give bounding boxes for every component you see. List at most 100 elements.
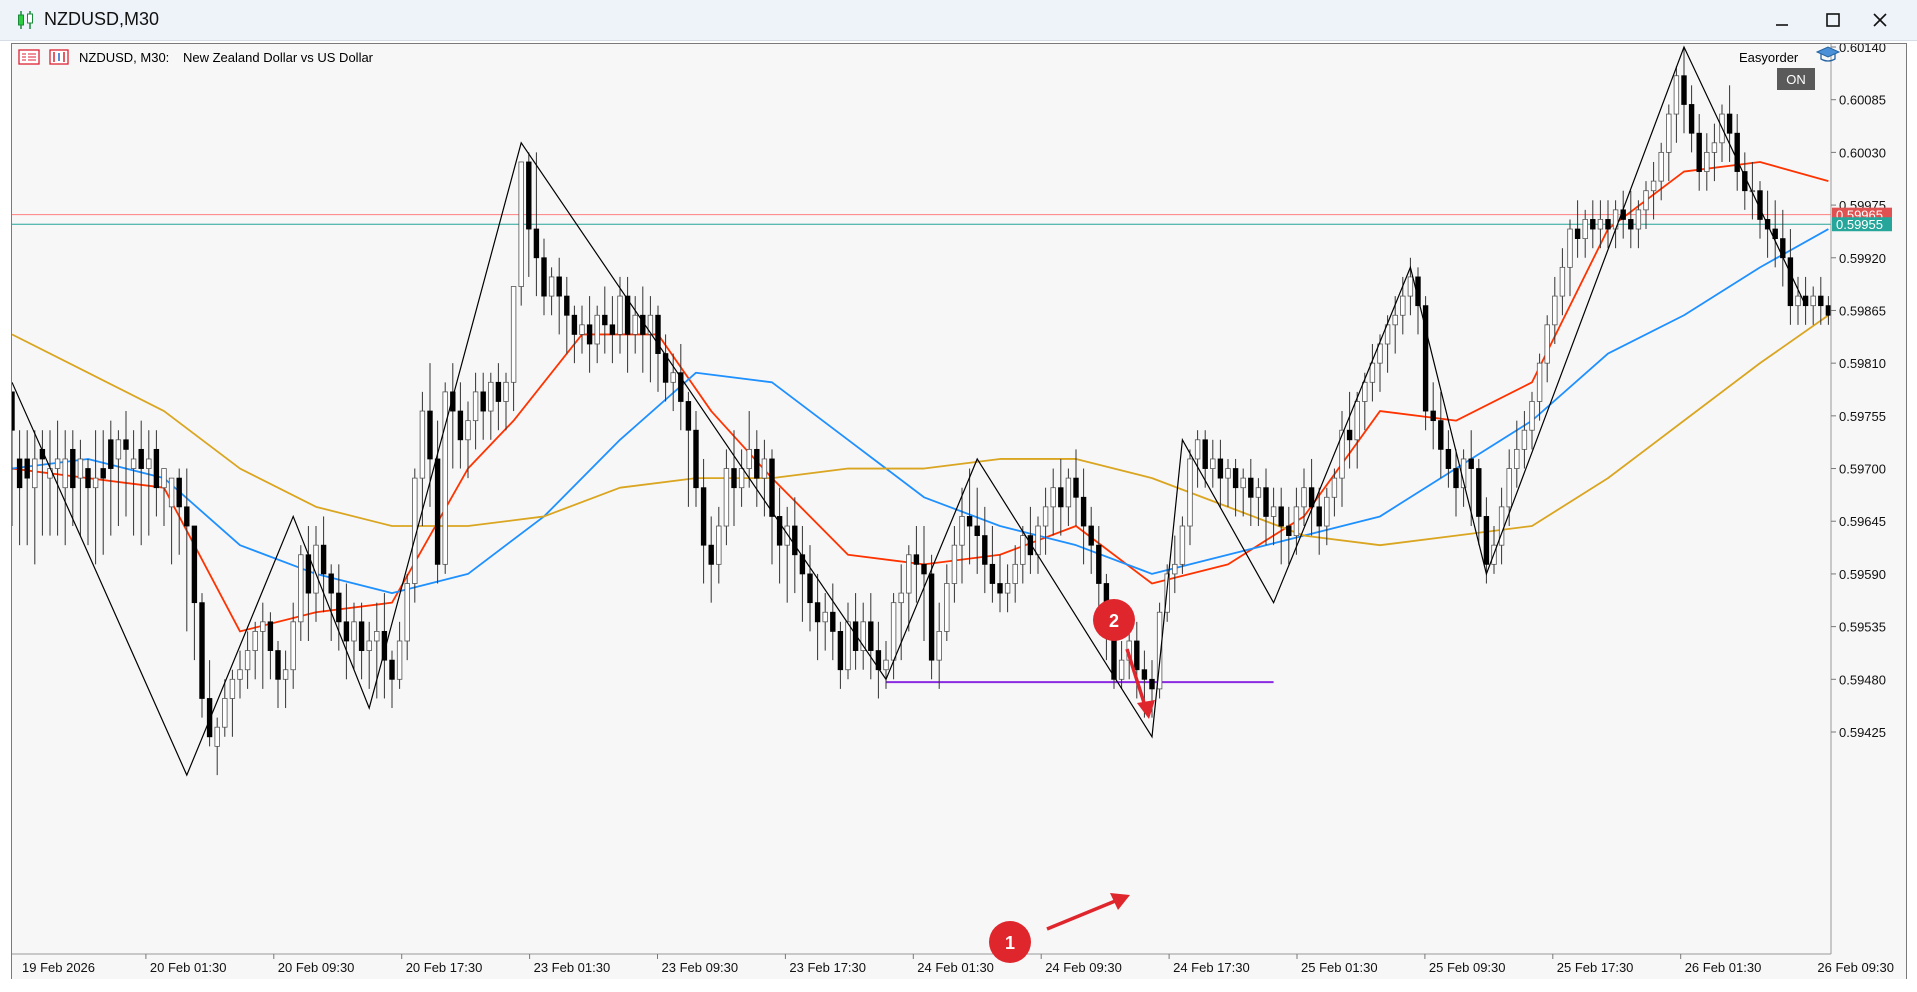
candle (769, 449, 775, 565)
candle-body-bear (792, 525, 798, 556)
close-button[interactable] (1860, 6, 1900, 34)
candle-body-bear (1696, 132, 1702, 172)
candle-body-bear (108, 439, 114, 469)
candle-body-bear (928, 573, 935, 661)
bars-icon (49, 49, 69, 65)
candle-body-bull (518, 161, 524, 287)
candle-body-bear (1141, 669, 1148, 680)
candle (305, 526, 312, 641)
close-icon (1873, 13, 1887, 27)
candle-body-bear (1248, 477, 1254, 498)
candle (1217, 439, 1224, 507)
candle-body-bear (875, 650, 882, 671)
candle (997, 554, 1003, 613)
candle (1263, 468, 1269, 546)
candle-body-bear (799, 554, 806, 575)
candle (868, 593, 874, 680)
candle-body-bull (229, 678, 236, 699)
price-chart[interactable]: 0.601400.600850.600300.599750.599200.598… (12, 44, 1906, 979)
candle (1574, 200, 1581, 258)
candle-body-bull (1187, 458, 1193, 527)
candle (404, 573, 410, 661)
candle-body-bull (472, 391, 479, 422)
candle-body-bear (1468, 458, 1474, 469)
candle (336, 564, 342, 651)
x-tick-label: 25 Feb 01:30 (1301, 960, 1378, 975)
x-tick-label: 24 Feb 01:30 (917, 960, 994, 975)
candle-body-bear (1574, 228, 1581, 240)
candle-body-bear (1073, 477, 1079, 498)
candle-body-bull (1529, 401, 1535, 431)
candle (457, 382, 464, 469)
candle-body-bull (822, 611, 828, 623)
y-tick-label: 0.59425 (1839, 725, 1886, 740)
candle (1278, 487, 1284, 565)
candle (442, 382, 448, 574)
candle-body-bull (1369, 362, 1376, 383)
candle-body-bear (358, 621, 365, 651)
candle-body-bull (951, 544, 958, 584)
candle (1643, 181, 1649, 230)
candle-body-bear (1232, 468, 1239, 489)
candle (830, 583, 836, 661)
candle (1210, 439, 1216, 488)
y-tick-label: 0.60085 (1839, 93, 1886, 108)
zigzag-line (12, 45, 1807, 777)
candle (1704, 133, 1710, 191)
candle (602, 286, 608, 354)
candle-body-bull (898, 592, 904, 604)
candle-body-bull (510, 286, 517, 383)
candle (670, 353, 676, 412)
candle-body-bull (396, 640, 403, 680)
candle (108, 420, 114, 536)
candle (1194, 430, 1201, 488)
candle-body-bear (693, 429, 699, 489)
candle (693, 411, 699, 507)
on-toggle-label: ON (1786, 72, 1806, 87)
candle (875, 621, 882, 699)
candle (1696, 114, 1702, 191)
candle-body-bull (252, 631, 258, 651)
candle-body-bull (883, 659, 889, 671)
candle-body-bull (419, 410, 426, 479)
candle-body-bear (336, 592, 342, 623)
candle (1035, 516, 1041, 574)
candle-body-bull (1567, 228, 1573, 268)
candle-body-bull (1658, 151, 1664, 182)
candle (1582, 209, 1588, 258)
candle-body-bear (206, 698, 213, 738)
candle (168, 477, 175, 565)
candle-body-bear (1134, 640, 1140, 671)
y-tick-label: 0.59755 (1839, 409, 1886, 424)
candle (951, 526, 958, 603)
maximize-button[interactable] (1812, 6, 1852, 34)
graduation-cap-icon (1815, 46, 1841, 62)
candle (1795, 276, 1801, 325)
candle-body-bear (1734, 132, 1740, 172)
candle-body-bear (1308, 487, 1315, 508)
time-axis: 19 Feb 2026 20 Feb 01:30 20 Feb 09:30 20 Fe… (22, 954, 1894, 975)
candle-body-bear (556, 276, 562, 297)
minimize-icon (1776, 24, 1788, 26)
candle-body-bear (1096, 544, 1102, 584)
minimize-button[interactable] (1762, 6, 1802, 34)
candle (784, 506, 790, 603)
candle (1498, 487, 1505, 565)
candle-body-bull (944, 583, 950, 632)
candle (754, 430, 760, 507)
candle (32, 430, 38, 565)
candle-body-bull (77, 458, 84, 479)
candle-body-bear (526, 161, 532, 230)
candle (1088, 506, 1094, 574)
candle-body-bear (1217, 458, 1224, 479)
candle (1225, 458, 1231, 507)
candle-body-bull (146, 458, 152, 469)
candle (1666, 104, 1672, 182)
candle (526, 152, 532, 277)
candle-body-bull (1552, 295, 1558, 326)
chart-window[interactable]: 0.60140 0.60085 0.60030 0.59975 0.59920 0.598… (11, 43, 1907, 980)
candle-body-bear (176, 477, 182, 508)
candle-body-bull (115, 439, 122, 460)
candle-body-bear (708, 544, 714, 565)
easyorder-widget[interactable]: Easyorder ON (1739, 46, 1841, 90)
